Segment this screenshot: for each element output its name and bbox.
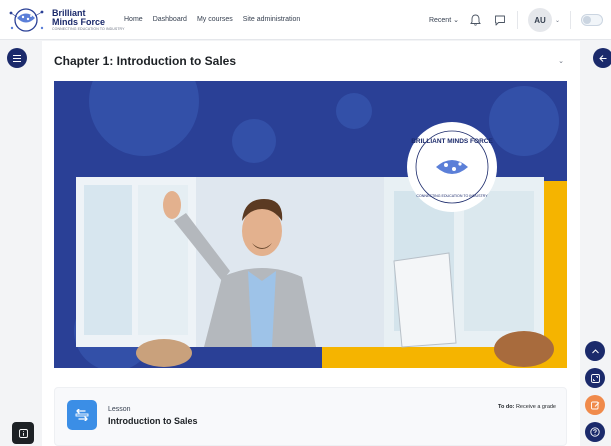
- completion-requirement: To do: Receive a grade: [498, 404, 556, 410]
- user-avatar: AU: [527, 8, 552, 32]
- recent-menu[interactable]: Recent ⌄: [429, 16, 459, 24]
- logo-name-line2: Minds Force: [52, 16, 106, 27]
- edit-pencil-icon: [590, 401, 599, 409]
- chevron-down-icon: ⌄: [554, 17, 560, 24]
- recent-label: Recent: [428, 17, 452, 24]
- nav-link-dashboard[interactable]: Dashboard: [153, 16, 187, 23]
- edit-button[interactable]: [585, 395, 605, 415]
- activity-type-label: Lesson: [108, 406, 131, 413]
- help-button[interactable]: [585, 422, 605, 442]
- help-icon: [590, 427, 600, 437]
- course-index-drawer-button[interactable]: [7, 48, 27, 68]
- fullscreen-button[interactable]: [585, 368, 605, 388]
- scroll-to-top-button[interactable]: [585, 341, 605, 361]
- navbar-divider: [570, 11, 571, 29]
- list-icon: [13, 54, 21, 62]
- block-drawer-button[interactable]: [593, 48, 611, 68]
- info-icon: [18, 428, 28, 438]
- top-navbar: Brilliant Minds Force CONNECTING EDUCATI…: [0, 0, 611, 40]
- notifications-bell-icon[interactable]: [469, 13, 483, 27]
- site-logo[interactable]: Brilliant Minds Force CONNECTING EDUCATI…: [6, 5, 125, 35]
- collapse-chevron-icon[interactable]: ⌄: [558, 57, 564, 65]
- lesson-icon: [67, 400, 97, 430]
- edit-mode-toggle[interactable]: [581, 14, 603, 26]
- messages-chat-icon[interactable]: [493, 13, 507, 27]
- course-section-card: Chapter 1: Introduction to Sales ⌄ BRILL…: [42, 41, 580, 446]
- logo-tagline: CONNECTING EDUCATION TO INDUSTRY: [52, 26, 125, 31]
- activity-title-link[interactable]: Introduction to Sales: [108, 416, 198, 426]
- activity-card-lesson[interactable]: Lesson Introduction to Sales To do: Rece…: [54, 387, 567, 446]
- badge-bottom-text: CONNECTING EDUCATION TO INDUSTRY: [416, 194, 488, 198]
- navbar-divider: [516, 11, 518, 29]
- user-menu[interactable]: AU ⌄: [527, 8, 560, 32]
- section-banner-image: BRILLIANT MINDS FORCE CONNECTING EDUCATI…: [54, 81, 567, 368]
- nav-link-site-administration[interactable]: Site administration: [243, 16, 301, 23]
- navbar-tools: Recent ⌄ AU ⌄: [429, 8, 603, 32]
- nav-link-my-courses[interactable]: My courses: [197, 16, 233, 23]
- section-title: Chapter 1: Introduction to Sales: [54, 54, 237, 68]
- todo-label: To do:: [498, 404, 515, 410]
- banner-illustration: BRILLIANT MINDS FORCE CONNECTING EDUCATI…: [74, 81, 567, 368]
- logo-mark-icon: [9, 8, 44, 32]
- todo-value: Receive a grade: [515, 404, 556, 410]
- primary-navigation: Home Dashboard My courses Site administr…: [124, 16, 300, 23]
- expand-icon: [590, 373, 600, 383]
- footer-popover-button[interactable]: [12, 422, 34, 444]
- arrow-left-icon: [599, 54, 607, 62]
- chevron-up-icon: [591, 348, 599, 353]
- badge-top-text: BRILLIANT MINDS FORCE: [411, 138, 493, 145]
- nav-link-home[interactable]: Home: [124, 16, 143, 23]
